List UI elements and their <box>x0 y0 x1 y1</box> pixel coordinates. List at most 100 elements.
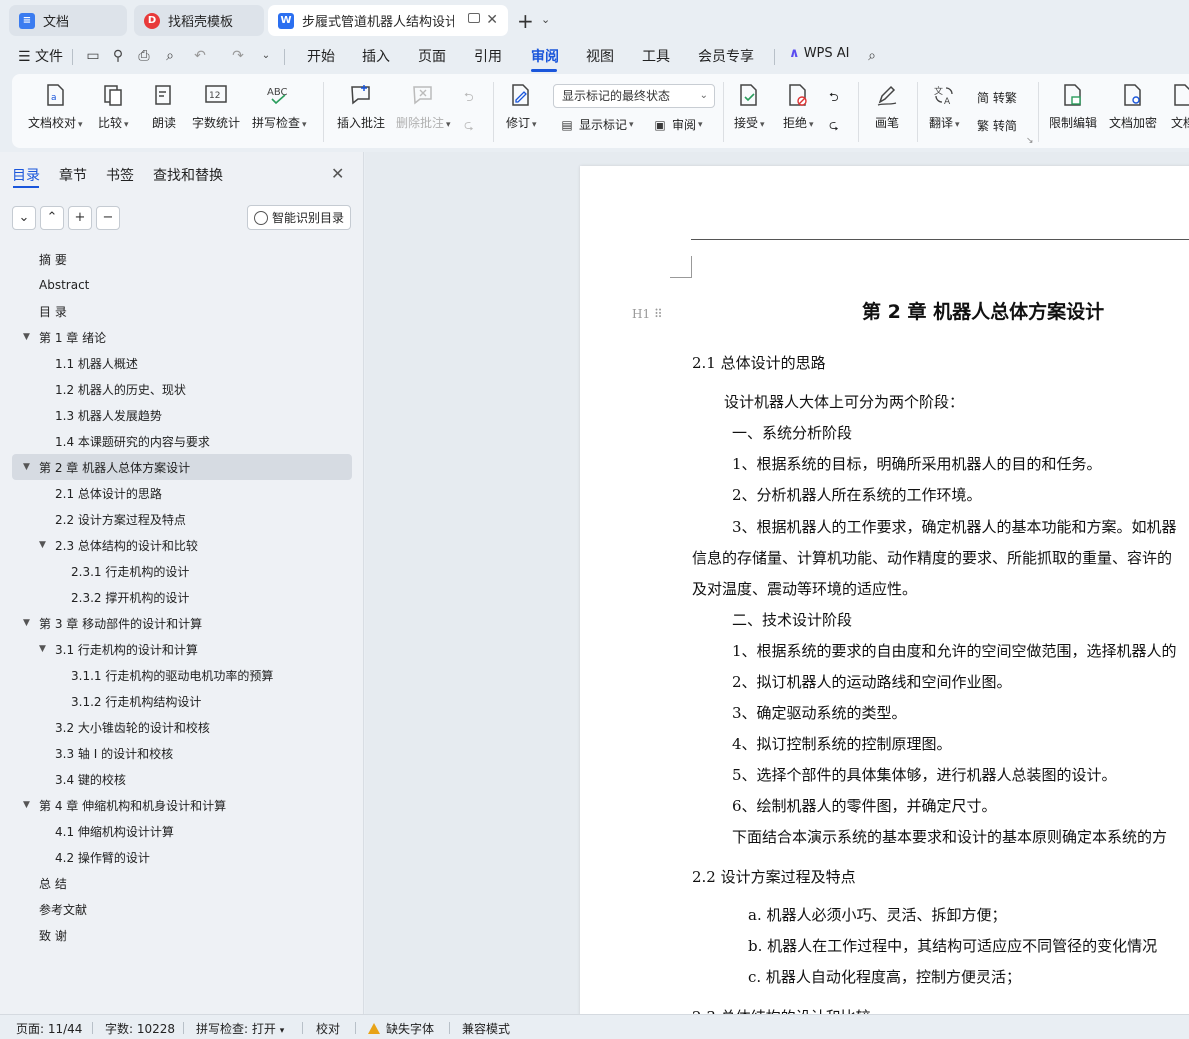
new-tab-icon[interactable]: + <box>517 9 534 33</box>
menu-start[interactable]: 开始 <box>307 46 335 66</box>
track-changes-button[interactable]: 修订 ▾ <box>506 82 537 131</box>
toc-item[interactable]: ▼ 2.3 总体结构的设计和比较 <box>12 532 352 558</box>
file-menu[interactable]: ☰ 文件 <box>18 46 63 66</box>
word-count-button[interactable]: 12 字数统计 <box>192 82 240 131</box>
expand-up-button[interactable]: ⌃ <box>40 206 64 230</box>
nav-tab-toc[interactable]: 目录 <box>12 165 40 185</box>
toc-item[interactable]: 3.1.1 行走机构的驱动电机功率的预算 <box>12 662 352 688</box>
print-icon[interactable]: ⎙ <box>136 48 152 64</box>
toc-item[interactable]: 4.1 伸缩机构设计计算 <box>12 818 352 844</box>
spell-check-status[interactable]: 拼写检查: 打开 ▾ <box>196 1020 284 1037</box>
delete-comment-button[interactable]: 删除批注 ▾ <box>396 82 451 131</box>
nav-tab-sections[interactable]: 章节 <box>59 165 87 185</box>
toc-item[interactable]: 总 结 <box>12 870 352 896</box>
nav-tab-bookmarks[interactable]: 书签 <box>106 165 134 185</box>
toc-item[interactable]: ▼ 第 1 章 绪论 <box>12 324 352 350</box>
nav-tab-find-replace[interactable]: 查找和替换 <box>153 165 223 185</box>
expand-arrow-icon[interactable]: ▼ <box>39 540 46 550</box>
toc-item[interactable]: ▼ 第 4 章 伸缩机构和机身设计和计算 <box>12 792 352 818</box>
spell-check-button[interactable]: ABC 拼写检查 ▾ <box>252 82 307 131</box>
expand-arrow-icon[interactable]: ▼ <box>23 618 30 628</box>
toc-item[interactable]: 4.2 操作臂的设计 <box>12 844 352 870</box>
toc-item[interactable]: 3.1.2 行走机构结构设计 <box>12 688 352 714</box>
proofread-status[interactable]: 校对 <box>316 1020 340 1037</box>
toc-item[interactable]: 2.3.2 撑开机构的设计 <box>12 584 352 610</box>
markup-state-select[interactable]: 显示标记的最终状态 ⌄ <box>553 84 715 108</box>
heading-marker-icon[interactable]: H1 ⠿ <box>632 307 663 321</box>
expand-arrow-icon[interactable]: ▼ <box>23 462 30 472</box>
close-pane-icon[interactable]: ✕ <box>331 164 344 183</box>
menu-page[interactable]: 页面 <box>418 46 446 66</box>
show-markup-button[interactable]: ▤ 显示标记 ▾ <box>559 116 633 133</box>
accept-button[interactable]: 接受 ▾ <box>734 82 765 131</box>
restrict-edit-button[interactable]: 限制编辑 <box>1049 82 1097 131</box>
toc-item[interactable]: 1.2 机器人的历史、现状 <box>12 376 352 402</box>
document-more-button[interactable]: 文档 <box>1170 82 1189 131</box>
to-traditional-button[interactable]: 简 转繁 <box>977 89 1017 106</box>
toc-item[interactable]: 1.4 本课题研究的内容与要求 <box>12 428 352 454</box>
compare-button[interactable]: 比较 ▾ <box>98 82 129 131</box>
smart-toc-button[interactable]: 智能识别目录 <box>247 205 351 230</box>
quick-access-more-icon[interactable]: ⌄ <box>258 48 274 64</box>
tab-docs[interactable]: ≡ 文档 <box>9 5 127 36</box>
missing-font-status[interactable]: 缺失字体 <box>368 1020 434 1037</box>
expand-arrow-icon[interactable]: ▼ <box>23 332 30 342</box>
search-icon[interactable]: ⌕ <box>864 48 880 64</box>
toc-item[interactable]: 1.3 机器人发展趋势 <box>12 402 352 428</box>
toc-item[interactable]: 摘 要 <box>12 246 352 272</box>
toc-item[interactable]: 3.3 轴 I 的设计和校核 <box>12 740 352 766</box>
next-change-icon[interactable]: ⮎ <box>829 116 839 137</box>
menu-review[interactable]: 审阅 <box>531 46 559 66</box>
save-icon[interactable]: ▭ <box>85 48 101 64</box>
page-indicator[interactable]: 页面: 11/44 <box>16 1020 82 1037</box>
word-count-indicator[interactable]: 字数: 10228 <box>105 1020 175 1037</box>
menu-membership[interactable]: 会员专享 <box>698 46 754 66</box>
previous-comment-icon[interactable]: ⮌ <box>464 88 474 109</box>
reject-button[interactable]: 拒绝 ▾ <box>783 82 814 131</box>
collapse-all-button[interactable]: ⌄ <box>12 206 36 230</box>
toc-item[interactable]: 致 谢 <box>12 922 352 948</box>
menu-tools[interactable]: 工具 <box>642 46 670 66</box>
close-tab-icon[interactable]: ✕ <box>486 12 498 28</box>
ink-button[interactable]: 画笔 <box>874 82 900 131</box>
toc-item[interactable]: 目 录 <box>12 298 352 324</box>
next-comment-icon[interactable]: ⮎ <box>464 116 474 137</box>
read-aloud-button[interactable]: 朗读 <box>151 82 177 131</box>
toc-item[interactable]: 2.1 总体设计的思路 <box>12 480 352 506</box>
toc-item[interactable]: Abstract <box>12 272 352 298</box>
menu-references[interactable]: 引用 <box>474 46 502 66</box>
redo-icon[interactable]: ↷ <box>230 48 246 64</box>
tab-docer-templates[interactable]: D 找稻壳模板 <box>134 5 264 36</box>
toc-item[interactable]: 2.3.1 行走机构的设计 <box>12 558 352 584</box>
document-canvas[interactable]: H1 ⠿ 第 2 章 机器人总体方案设计 2.1 总体设计的思路 设计机器人大体上… <box>365 152 1189 1014</box>
print-preview-icon[interactable]: ⌕ <box>162 48 178 64</box>
insert-comment-button[interactable]: 插入批注 <box>337 82 385 131</box>
wps-ai-button[interactable]: ∧ WPS AI <box>789 46 850 61</box>
expand-arrow-icon[interactable]: ▼ <box>39 644 46 654</box>
toc-item[interactable]: ▼ 第 3 章 移动部件的设计和计算 <box>12 610 352 636</box>
toc-item[interactable]: ▼ 第 2 章 机器人总体方案设计 <box>12 454 352 480</box>
tab-list-chevron-icon[interactable]: ⌄ <box>541 13 550 26</box>
toc-item[interactable]: 2.2 设计方案过程及特点 <box>12 506 352 532</box>
previous-change-icon[interactable]: ⮌ <box>829 88 839 109</box>
monitor-icon[interactable] <box>468 13 480 23</box>
dialog-launcher-icon[interactable]: ↘ <box>1026 136 1034 146</box>
document-page[interactable]: H1 ⠿ 第 2 章 机器人总体方案设计 2.1 总体设计的思路 设计机器人大体上… <box>580 166 1189 1014</box>
review-pane-button[interactable]: ▣ 审阅 ▾ <box>652 116 702 133</box>
translate-button[interactable]: 文A 翻译 ▾ <box>929 82 960 131</box>
toc-item[interactable]: 3.2 大小锥齿轮的设计和校核 <box>12 714 352 740</box>
share-icon[interactable]: ⚲ <box>110 48 126 64</box>
toc-item[interactable]: 1.1 机器人概述 <box>12 350 352 376</box>
add-heading-button[interactable]: + <box>68 206 92 230</box>
expand-arrow-icon[interactable]: ▼ <box>23 800 30 810</box>
menu-view[interactable]: 视图 <box>586 46 614 66</box>
proofread-button[interactable]: a 文档校对 ▾ <box>28 82 83 131</box>
to-simplified-button[interactable]: 繁 转简 <box>977 117 1017 134</box>
toc-item[interactable]: 参考文献 <box>12 896 352 922</box>
toc-item[interactable]: ▼ 3.1 行走机构的设计和计算 <box>12 636 352 662</box>
undo-icon[interactable]: ↶ <box>192 48 208 64</box>
encrypt-button[interactable]: 文档加密 <box>1109 82 1157 131</box>
menu-insert[interactable]: 插入 <box>362 46 390 66</box>
tab-current-document[interactable]: W 步履式管道机器人结构设计 说 ✕ <box>268 5 508 36</box>
remove-heading-button[interactable]: − <box>96 206 120 230</box>
